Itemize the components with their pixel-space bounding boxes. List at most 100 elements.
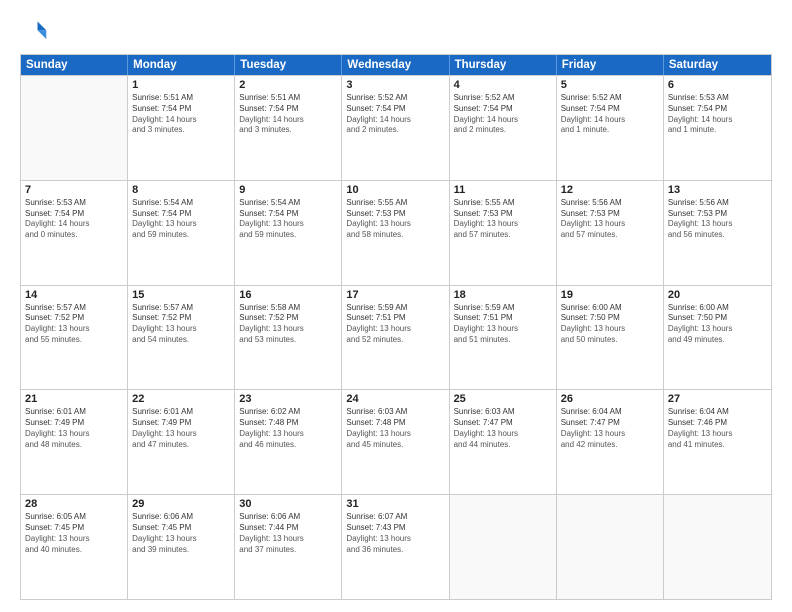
logo-icon	[20, 18, 48, 46]
day-number: 21	[25, 393, 123, 405]
calendar-cell: 17Sunrise: 5:59 AMSunset: 7:51 PMDayligh…	[342, 286, 449, 390]
calendar-cell: 8Sunrise: 5:54 AMSunset: 7:54 PMDaylight…	[128, 181, 235, 285]
calendar-cell	[557, 495, 664, 599]
cell-info-line: Daylight: 14 hours	[668, 115, 767, 126]
cell-info-line: and 49 minutes.	[668, 335, 767, 346]
cell-info-line: Sunrise: 6:05 AM	[25, 512, 123, 523]
weekday-header: Wednesday	[342, 55, 449, 75]
day-number: 10	[346, 184, 444, 196]
weekday-header: Saturday	[664, 55, 771, 75]
calendar-cell: 31Sunrise: 6:07 AMSunset: 7:43 PMDayligh…	[342, 495, 449, 599]
cell-info-line: Daylight: 13 hours	[454, 429, 552, 440]
day-number: 22	[132, 393, 230, 405]
weekday-header: Monday	[128, 55, 235, 75]
calendar-cell: 27Sunrise: 6:04 AMSunset: 7:46 PMDayligh…	[664, 390, 771, 494]
cell-info-line: and 0 minutes.	[25, 230, 123, 241]
calendar-row: 21Sunrise: 6:01 AMSunset: 7:49 PMDayligh…	[21, 389, 771, 494]
cell-info-line: and 50 minutes.	[561, 335, 659, 346]
cell-info-line: Daylight: 14 hours	[561, 115, 659, 126]
cell-info-line: Sunset: 7:44 PM	[239, 523, 337, 534]
day-number: 3	[346, 79, 444, 91]
cell-info-line: Sunset: 7:50 PM	[668, 313, 767, 324]
cell-info-line: Daylight: 13 hours	[668, 429, 767, 440]
cell-info-line: Sunrise: 5:59 AM	[454, 303, 552, 314]
cell-info-line: Sunset: 7:48 PM	[346, 418, 444, 429]
calendar-cell: 7Sunrise: 5:53 AMSunset: 7:54 PMDaylight…	[21, 181, 128, 285]
cell-info-line: Sunrise: 6:01 AM	[132, 407, 230, 418]
cell-info-line: Sunrise: 5:51 AM	[132, 93, 230, 104]
cell-info-line: Daylight: 13 hours	[346, 324, 444, 335]
day-number: 29	[132, 498, 230, 510]
calendar-body: 1Sunrise: 5:51 AMSunset: 7:54 PMDaylight…	[21, 75, 771, 599]
day-number: 9	[239, 184, 337, 196]
day-number: 4	[454, 79, 552, 91]
cell-info-line: Sunrise: 5:57 AM	[132, 303, 230, 314]
cell-info-line: Sunset: 7:43 PM	[346, 523, 444, 534]
cell-info-line: Daylight: 13 hours	[132, 429, 230, 440]
cell-info-line: and 3 minutes.	[132, 125, 230, 136]
calendar-cell: 6Sunrise: 5:53 AMSunset: 7:54 PMDaylight…	[664, 76, 771, 180]
calendar-cell: 2Sunrise: 5:51 AMSunset: 7:54 PMDaylight…	[235, 76, 342, 180]
page: SundayMondayTuesdayWednesdayThursdayFrid…	[0, 0, 792, 612]
cell-info-line: Daylight: 13 hours	[346, 534, 444, 545]
logo	[20, 18, 52, 46]
cell-info-line: Sunset: 7:54 PM	[239, 104, 337, 115]
cell-info-line: Daylight: 14 hours	[454, 115, 552, 126]
cell-info-line: and 53 minutes.	[239, 335, 337, 346]
cell-info-line: Sunset: 7:45 PM	[25, 523, 123, 534]
calendar-cell: 9Sunrise: 5:54 AMSunset: 7:54 PMDaylight…	[235, 181, 342, 285]
day-number: 7	[25, 184, 123, 196]
cell-info-line: and 58 minutes.	[346, 230, 444, 241]
cell-info-line: Sunrise: 5:53 AM	[668, 93, 767, 104]
calendar-cell	[664, 495, 771, 599]
cell-info-line: Sunrise: 6:03 AM	[346, 407, 444, 418]
cell-info-line: and 40 minutes.	[25, 545, 123, 556]
calendar-cell: 11Sunrise: 5:55 AMSunset: 7:53 PMDayligh…	[450, 181, 557, 285]
cell-info-line: Sunrise: 6:06 AM	[239, 512, 337, 523]
cell-info-line: Sunrise: 5:53 AM	[25, 198, 123, 209]
cell-info-line: and 42 minutes.	[561, 440, 659, 451]
cell-info-line: Sunset: 7:53 PM	[454, 209, 552, 220]
day-number: 25	[454, 393, 552, 405]
cell-info-line: and 57 minutes.	[454, 230, 552, 241]
calendar-row: 7 Sunrise: 5:53 AM Sunset: 7:54 PM Daylight…	[21, 180, 771, 285]
day-number: 28	[25, 498, 123, 510]
day-number: 31	[346, 498, 444, 510]
calendar-cell	[450, 495, 557, 599]
cell-info-line: Daylight: 13 hours	[561, 219, 659, 230]
cell-info-line: Daylight: 13 hours	[239, 429, 337, 440]
cell-info-line: and 3 minutes.	[239, 125, 337, 136]
cell-info-line: Daylight: 13 hours	[239, 534, 337, 545]
day-number: 6	[668, 79, 767, 91]
cell-info-line: Sunset: 7:47 PM	[454, 418, 552, 429]
calendar-cell: 13Sunrise: 5:56 AMSunset: 7:53 PMDayligh…	[664, 181, 771, 285]
cell-info-line: Daylight: 13 hours	[25, 534, 123, 545]
cell-info-line: and 2 minutes.	[454, 125, 552, 136]
cell-info-line: and 59 minutes.	[132, 230, 230, 241]
day-number: 11	[454, 184, 552, 196]
cell-info-line: Sunset: 7:49 PM	[132, 418, 230, 429]
calendar-row: 1Sunrise: 5:51 AMSunset: 7:54 PMDaylight…	[21, 75, 771, 180]
calendar-cell: 12Sunrise: 5:56 AMSunset: 7:53 PMDayligh…	[557, 181, 664, 285]
calendar-cell: 29Sunrise: 6:06 AMSunset: 7:45 PMDayligh…	[128, 495, 235, 599]
cell-info-line: Sunset: 7:48 PM	[239, 418, 337, 429]
day-number: 18	[454, 289, 552, 301]
cell-info-line: Sunset: 7:54 PM	[454, 104, 552, 115]
cell-info-line: Daylight: 13 hours	[132, 534, 230, 545]
day-number: 17	[346, 289, 444, 301]
cell-info-line: and 54 minutes.	[132, 335, 230, 346]
cell-info-line: Sunset: 7:54 PM	[239, 209, 337, 220]
calendar-cell: 21Sunrise: 6:01 AMSunset: 7:49 PMDayligh…	[21, 390, 128, 494]
calendar-cell: 26Sunrise: 6:04 AMSunset: 7:47 PMDayligh…	[557, 390, 664, 494]
cell-info-line: and 36 minutes.	[346, 545, 444, 556]
cell-info-line: and 45 minutes.	[346, 440, 444, 451]
cell-info-line: Sunset: 7:49 PM	[25, 418, 123, 429]
cell-info-line: Sunset: 7:53 PM	[346, 209, 444, 220]
calendar-header: SundayMondayTuesdayWednesdayThursdayFrid…	[21, 55, 771, 75]
day-number: 19	[561, 289, 659, 301]
cell-info-line: Daylight: 13 hours	[561, 429, 659, 440]
cell-info-line: and 56 minutes.	[668, 230, 767, 241]
calendar-cell: 3Sunrise: 5:52 AMSunset: 7:54 PMDaylight…	[342, 76, 449, 180]
header	[20, 18, 772, 46]
calendar-cell: 20Sunrise: 6:00 AMSunset: 7:50 PMDayligh…	[664, 286, 771, 390]
